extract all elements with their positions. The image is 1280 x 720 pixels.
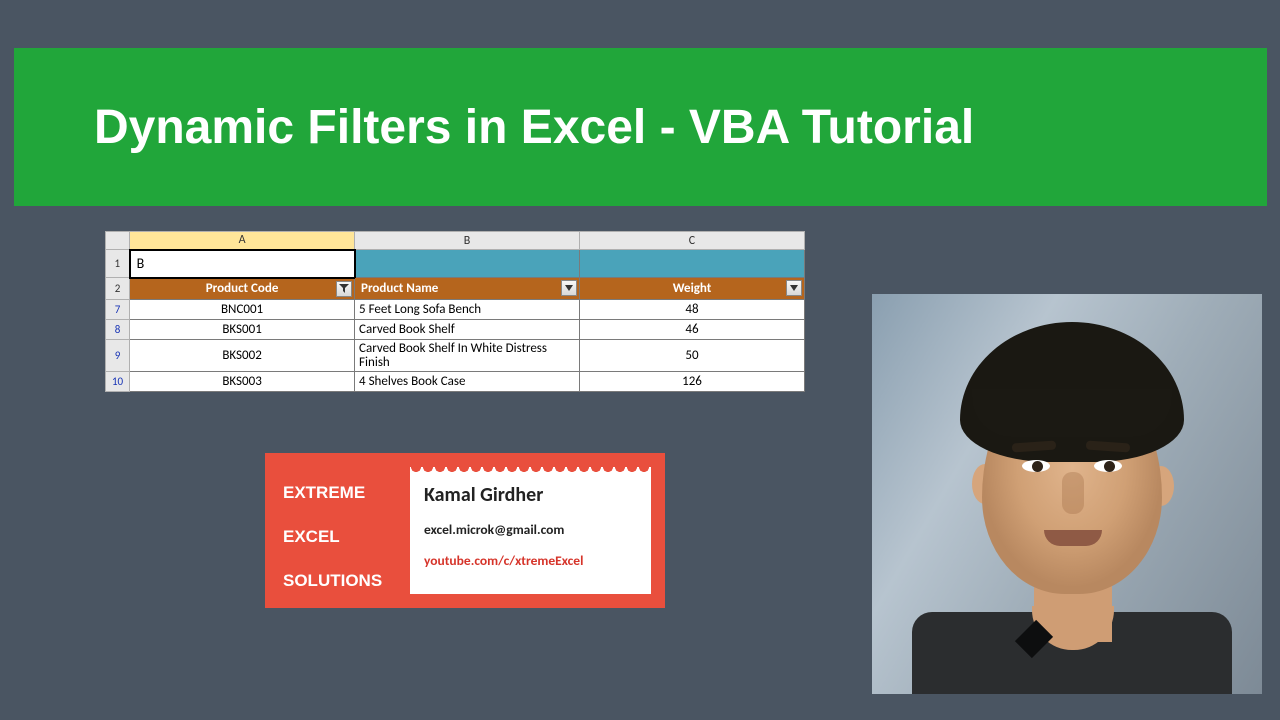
- row-number[interactable]: 7: [106, 300, 130, 320]
- cell-product-name[interactable]: 5 Feet Long Sofa Bench: [355, 300, 580, 320]
- cell-product-code[interactable]: BKS003: [130, 372, 355, 392]
- cell-weight[interactable]: 50: [580, 340, 805, 372]
- filter-dropdown-icon[interactable]: [561, 280, 577, 296]
- cell-b1[interactable]: [355, 250, 580, 278]
- filter-input-row: 1 B: [106, 250, 805, 278]
- cell-product-code[interactable]: BKS001: [130, 320, 355, 340]
- author-photo: [872, 294, 1262, 694]
- card-brand: EXTREME EXCEL SOLUTIONS: [265, 453, 410, 608]
- author-email: excel.microk@gmail.com: [424, 521, 639, 538]
- cell-product-name[interactable]: Carved Book Shelf: [355, 320, 580, 340]
- author-card: EXTREME EXCEL SOLUTIONS Kamal Girdher ex…: [265, 453, 665, 608]
- row-number[interactable]: 9: [106, 340, 130, 372]
- header-label: Product Code: [206, 281, 279, 296]
- table-header-row: 2 Product Code Product Name Weight: [106, 278, 805, 300]
- cell-weight[interactable]: 46: [580, 320, 805, 340]
- author-youtube: youtube.com/c/xtremeExcel: [424, 552, 639, 569]
- table-row: 9 BKS002 Carved Book Shelf In White Dist…: [106, 340, 805, 372]
- column-header-a[interactable]: A: [130, 232, 355, 250]
- header-weight: Weight: [580, 278, 805, 300]
- row-number[interactable]: 2: [106, 278, 130, 300]
- brand-line: SOLUTIONS: [283, 559, 410, 603]
- cell-product-code[interactable]: BNC001: [130, 300, 355, 320]
- cell-product-name[interactable]: Carved Book Shelf In White Distress Fini…: [355, 340, 580, 372]
- page-title: Dynamic Filters in Excel - VBA Tutorial: [94, 100, 974, 155]
- select-all-corner[interactable]: [106, 232, 130, 250]
- cell-product-name[interactable]: 4 Shelves Book Case: [355, 372, 580, 392]
- column-header-row: A B C: [106, 232, 805, 250]
- table-row: 8 BKS001 Carved Book Shelf 46: [106, 320, 805, 340]
- filter-dropdown-icon[interactable]: [786, 280, 802, 296]
- author-name: Kamal Girdher: [424, 483, 639, 507]
- cell-weight[interactable]: 126: [580, 372, 805, 392]
- column-header-c[interactable]: C: [580, 232, 805, 250]
- header-product-code: Product Code: [130, 278, 355, 300]
- spreadsheet: A B C 1 B 2 Product Code Product Name We…: [105, 231, 805, 392]
- card-contact: Kamal Girdher excel.microk@gmail.com you…: [410, 467, 651, 594]
- row-number[interactable]: 8: [106, 320, 130, 340]
- row-number[interactable]: 10: [106, 372, 130, 392]
- filter-active-icon[interactable]: [336, 281, 352, 297]
- stamp-edge-decoration: [410, 462, 651, 472]
- cell-weight[interactable]: 48: [580, 300, 805, 320]
- filter-input-cell[interactable]: B: [130, 250, 355, 278]
- column-header-b[interactable]: B: [355, 232, 580, 250]
- row-number[interactable]: 1: [106, 250, 130, 278]
- table-row: 10 BKS003 4 Shelves Book Case 126: [106, 372, 805, 392]
- table-row: 7 BNC001 5 Feet Long Sofa Bench 48: [106, 300, 805, 320]
- brand-line: EXTREME: [283, 471, 410, 515]
- cell-product-code[interactable]: BKS002: [130, 340, 355, 372]
- title-banner: Dynamic Filters in Excel - VBA Tutorial: [14, 48, 1267, 206]
- header-label: Weight: [673, 281, 712, 296]
- header-product-name: Product Name: [355, 278, 580, 300]
- header-label: Product Name: [361, 281, 438, 296]
- brand-line: EXCEL: [283, 515, 410, 559]
- cell-c1[interactable]: [580, 250, 805, 278]
